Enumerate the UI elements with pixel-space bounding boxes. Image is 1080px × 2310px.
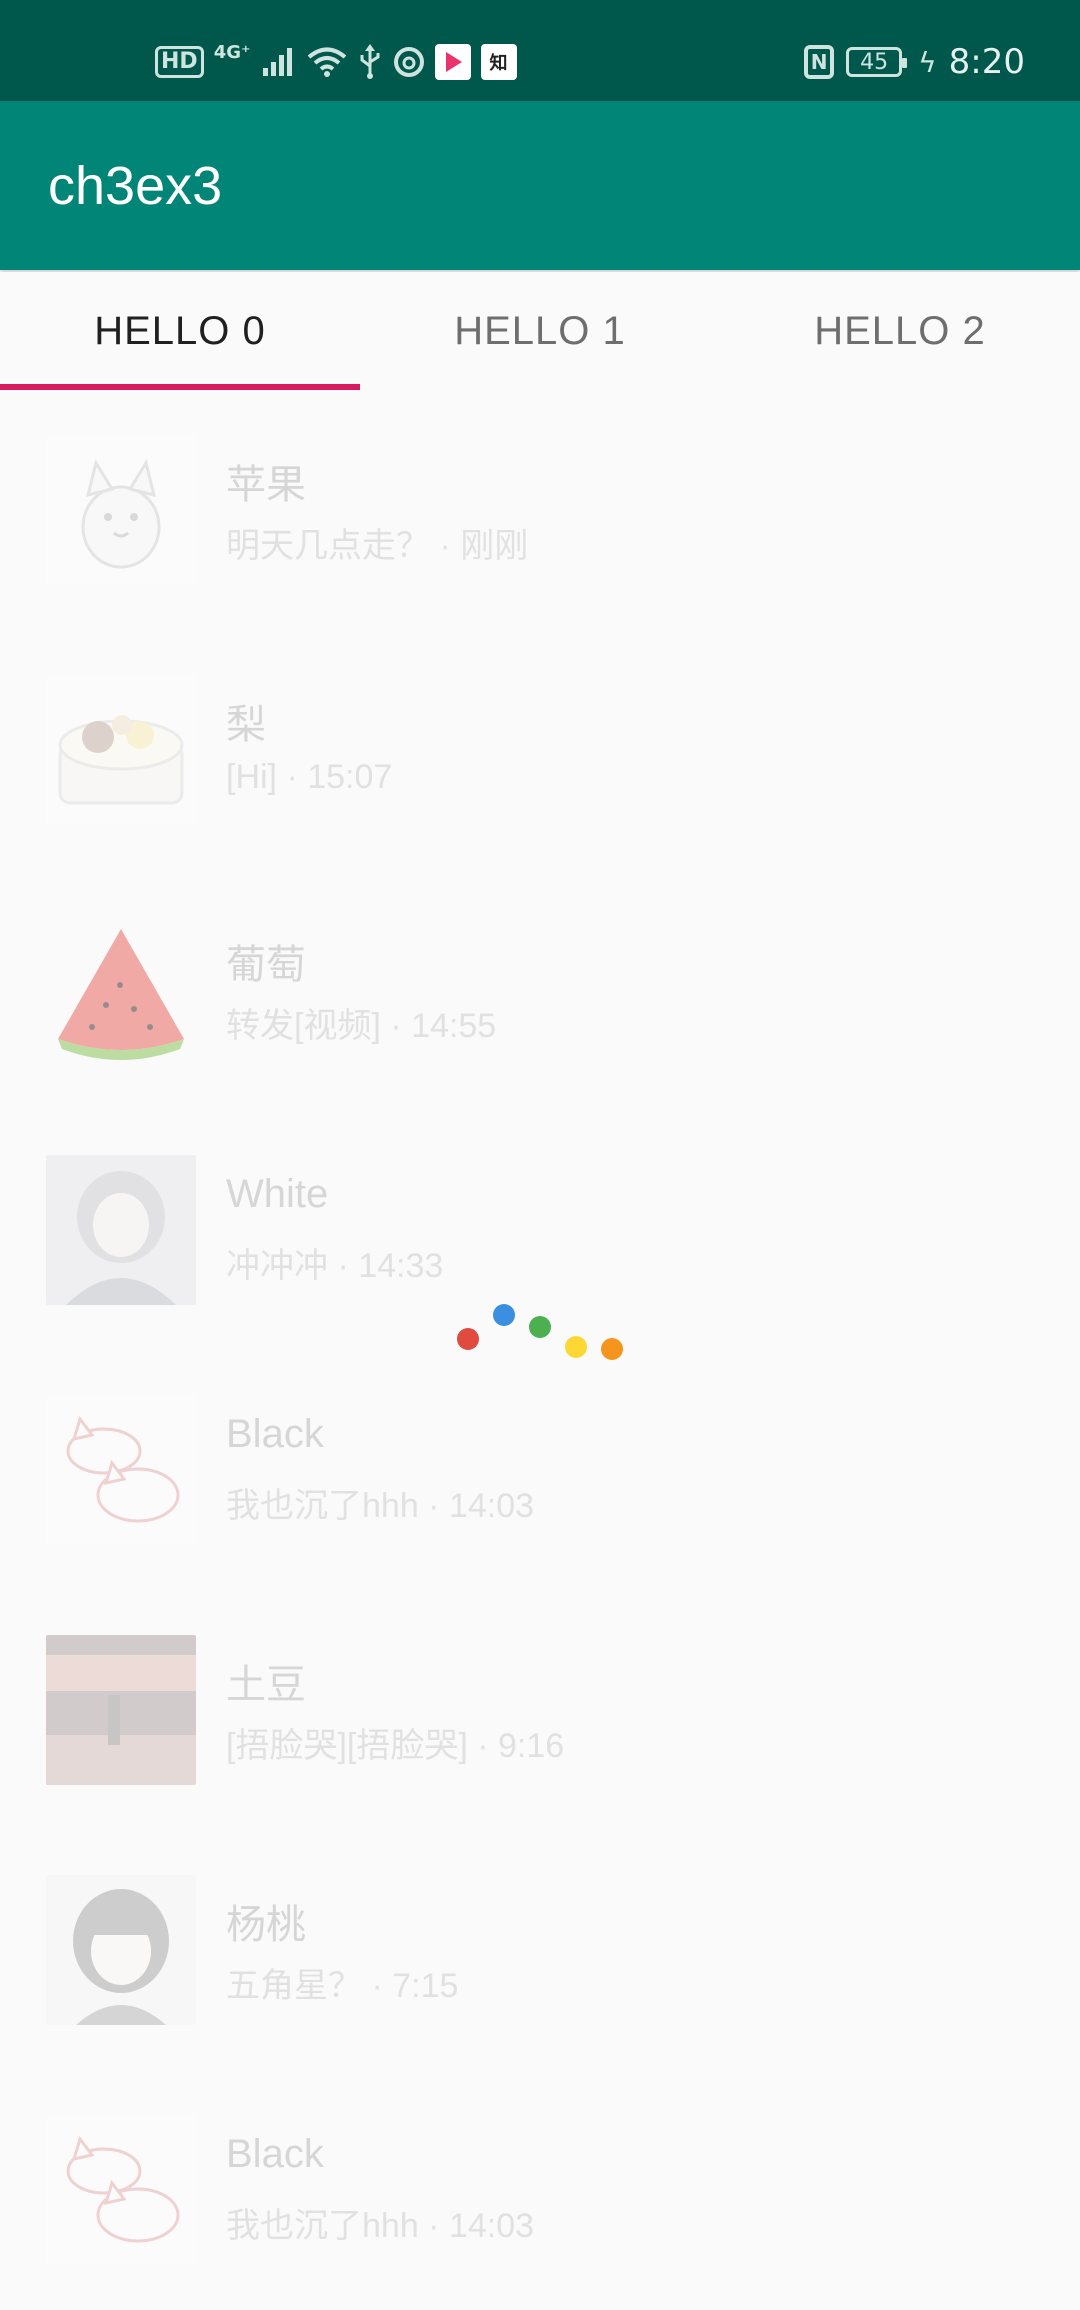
- status-bar: HD 4G⁺ 知 N 45 ϟ 8:20: [0, 0, 1080, 101]
- cats-avatar: [46, 1395, 196, 1545]
- nfc-icon: N: [804, 45, 835, 79]
- loading-dot: [565, 1336, 587, 1358]
- hd-icon: HD: [155, 46, 204, 78]
- list-item[interactable]: 土豆 [捂脸哭][捂脸哭] · 9:16: [0, 1590, 1080, 1830]
- list-item[interactable]: 苹果 明天几点走？ · 刚刚: [0, 390, 1080, 630]
- netease-icon: [393, 47, 424, 77]
- zhihu-icon: 知: [480, 44, 517, 80]
- usb-icon: [360, 44, 379, 79]
- last-message: 我也沉了hhh · 14:03: [226, 1487, 535, 1525]
- last-message: 我也沉了hhh · 14:03: [226, 2207, 535, 2245]
- last-message: [Hi] · 15:07: [226, 758, 393, 796]
- watermelon-avatar: [46, 915, 196, 1065]
- list-item[interactable]: 杨桃 五角星？ · 7:15: [0, 1830, 1080, 2070]
- list-item[interactable]: 葡萄 转发[视频] · 14:55: [0, 870, 1080, 1110]
- loading-dot: [529, 1316, 551, 1338]
- contact-name: White: [226, 1172, 329, 1216]
- anime-girl-avatar: [46, 1155, 196, 1305]
- loading-dot: [493, 1304, 515, 1326]
- app-title: ch3ex3: [48, 156, 223, 216]
- battery-icon: 45: [846, 47, 908, 77]
- last-message: 冲冲冲 · 14:33: [226, 1247, 444, 1285]
- status-time: 8:20: [948, 42, 1025, 82]
- list-item[interactable]: Black 我也沉了hhh · 14:03: [0, 1350, 1080, 1590]
- loading-dots-icon: [455, 1300, 625, 1360]
- contact-name: 梨: [226, 703, 266, 747]
- loading-dot: [457, 1328, 479, 1350]
- contact-name: 杨桃: [226, 1903, 306, 1947]
- tab-hello-0[interactable]: HELLO 0: [0, 272, 360, 390]
- contact-name: Black: [226, 1412, 324, 1456]
- tab-hello-1[interactable]: HELLO 1: [360, 272, 720, 390]
- status-right-icons: N 45 ϟ 8:20: [804, 38, 1025, 86]
- tab-hello-2[interactable]: HELLO 2: [720, 272, 1080, 390]
- signal-icon: [262, 48, 292, 76]
- network-type-label: 4G⁺: [213, 41, 251, 63]
- cake-avatar: [46, 675, 196, 825]
- contact-name: Black: [226, 2132, 324, 2176]
- last-message: 明天几点走？ · 刚刚: [226, 527, 529, 565]
- stage-photo-avatar: [46, 1635, 196, 1785]
- status-left-icons: HD 4G⁺ 知: [155, 40, 517, 84]
- last-message: 转发[视频] · 14:55: [226, 1007, 497, 1045]
- youku-icon: [434, 44, 471, 80]
- manga-girl-avatar: [46, 1875, 196, 2025]
- list-item[interactable]: 梨 [Hi] · 15:07: [0, 630, 1080, 870]
- app-bar: ch3ex3: [0, 101, 1080, 270]
- list-item[interactable]: Black 我也沉了hhh · 14:03: [0, 2070, 1080, 2310]
- contact-name: 葡萄: [226, 943, 306, 987]
- wifi-icon: [307, 47, 346, 77]
- contact-name: 土豆: [226, 1663, 306, 1707]
- contact-name: 苹果: [226, 463, 306, 507]
- last-message: 五角星？ · 7:15: [226, 1967, 459, 2005]
- last-message: [捂脸哭][捂脸哭] · 9:16: [226, 1727, 565, 1765]
- cat-sticker-avatar: [46, 435, 196, 585]
- charging-icon: ϟ: [918, 45, 937, 79]
- cats-avatar: [46, 2115, 196, 2265]
- loading-dot: [601, 1338, 623, 1360]
- tab-bar: HELLO 0 HELLO 1 HELLO 2: [0, 272, 1080, 390]
